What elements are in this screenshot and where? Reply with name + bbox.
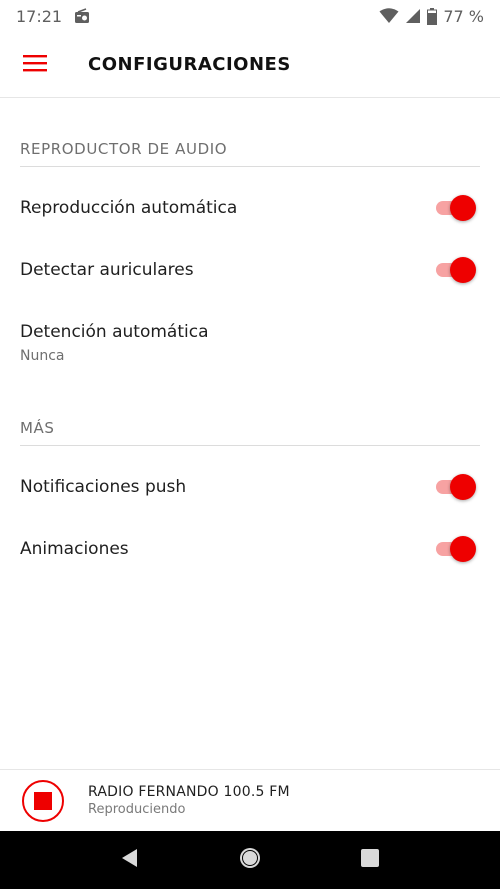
wifi-icon xyxy=(379,8,399,24)
system-nav-bar xyxy=(0,831,500,889)
back-triangle-icon xyxy=(120,848,140,872)
autoplay-toggle[interactable] xyxy=(434,195,476,221)
cell-signal-icon xyxy=(405,8,421,24)
page-title: CONFIGURACIONES xyxy=(88,54,291,75)
toggle-thumb xyxy=(450,474,476,500)
setting-animations[interactable]: Animaciones xyxy=(0,519,500,579)
status-bar: 17:21 77 % xyxy=(0,0,500,32)
playback-state: Reproduciendo xyxy=(88,802,186,817)
home-circle-icon xyxy=(238,846,262,874)
player-info: RADIO FERNANDO 100.5 FM Reproduciendo xyxy=(88,784,290,817)
battery-percent: 77 % xyxy=(443,6,484,26)
menu-button[interactable] xyxy=(0,32,70,98)
push-toggle[interactable] xyxy=(434,474,476,500)
stop-icon xyxy=(34,791,52,810)
hamburger-menu-icon xyxy=(23,54,47,76)
recents-square-icon xyxy=(360,848,380,872)
animations-toggle[interactable] xyxy=(434,536,476,562)
setting-animations-label: Animaciones xyxy=(20,539,129,559)
nav-home-button[interactable] xyxy=(230,840,270,880)
setting-push[interactable]: Notificaciones push xyxy=(0,457,500,517)
toggle-thumb xyxy=(450,195,476,221)
setting-autostop-value: Nunca xyxy=(20,348,65,364)
radio-notification-icon xyxy=(74,8,90,24)
mini-player[interactable]: RADIO FERNANDO 100.5 FM Reproduciendo xyxy=(0,769,500,831)
section-header-more: MÁS xyxy=(20,419,480,446)
status-time: 17:21 xyxy=(16,6,63,26)
status-right: 77 % xyxy=(379,7,484,26)
station-name: RADIO FERNANDO 100.5 FM xyxy=(88,784,290,800)
setting-autostop[interactable]: Detención automática Nunca xyxy=(0,310,500,376)
section-header-audio: REPRODUCTOR DE AUDIO xyxy=(20,140,480,167)
battery-icon xyxy=(427,7,438,25)
setting-headphones-label: Detectar auriculares xyxy=(20,260,194,280)
setting-autostop-label: Detención automática xyxy=(20,322,209,342)
nav-back-button[interactable] xyxy=(110,840,150,880)
setting-autoplay[interactable]: Reproducción automática xyxy=(0,178,500,238)
nav-recents-button[interactable] xyxy=(350,840,390,880)
headphones-toggle[interactable] xyxy=(434,257,476,283)
setting-headphones[interactable]: Detectar auriculares xyxy=(0,240,500,300)
setting-push-label: Notificaciones push xyxy=(20,477,187,497)
app-bar: CONFIGURACIONES xyxy=(0,32,500,98)
stop-button[interactable] xyxy=(22,779,64,822)
toggle-thumb xyxy=(450,257,476,283)
setting-autoplay-label: Reproducción automática xyxy=(20,198,238,218)
toggle-thumb xyxy=(450,536,476,562)
